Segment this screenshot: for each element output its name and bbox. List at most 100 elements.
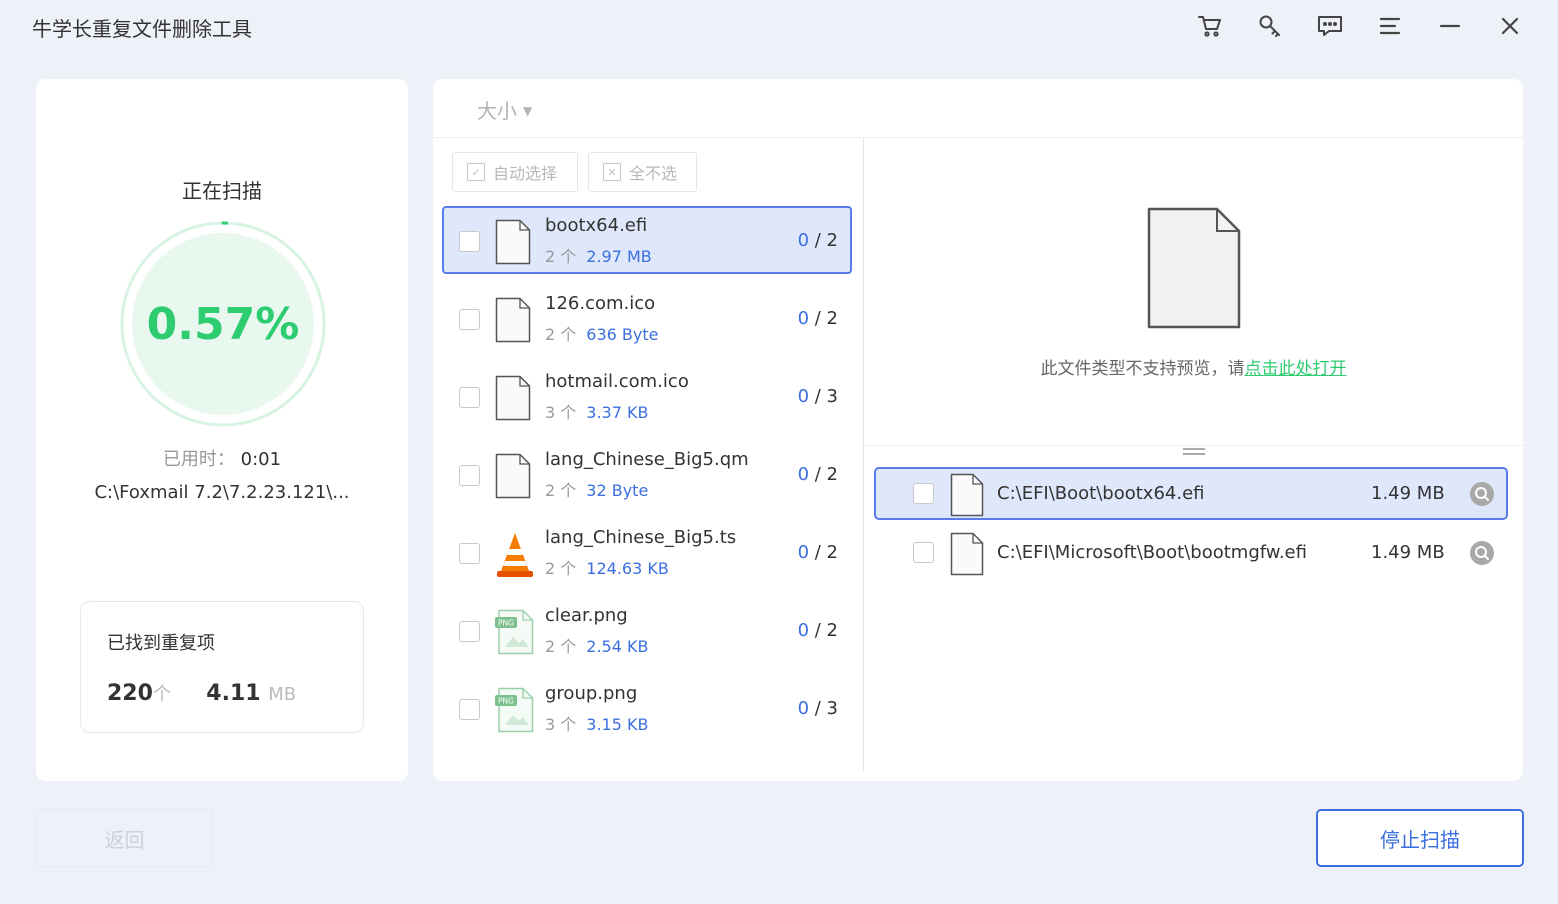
selection-count: 0 / 2 <box>798 230 838 251</box>
row-checkbox[interactable] <box>459 309 480 330</box>
results-panel: 大小 ▼ ✓ 自动选择 ✕ 全不选 bootx64.efi 2 个 2.97 MB 0 … <box>433 79 1523 781</box>
selected-count: 0 <box>797 620 810 641</box>
file-icon <box>495 219 531 265</box>
sort-label: 大小 <box>477 99 517 123</box>
checkbox-icon: ✓ <box>467 163 485 181</box>
svg-text:PNG: PNG <box>498 619 514 628</box>
file-size: 3.15 KB <box>586 715 649 734</box>
cart-icon[interactable] <box>1180 10 1240 42</box>
file-meta: 2 个 636 Byte <box>545 321 658 345</box>
row-checkbox[interactable] <box>459 699 480 720</box>
png-icon: PNG <box>495 609 534 655</box>
chevron-down-icon: ▼ <box>523 104 533 118</box>
scan-status-panel: 正在扫描 0.57% 已用时： 0:01 C:\Foxmail 7.2\7.2.… <box>36 79 408 781</box>
duplicate-file-row[interactable]: C:\EFI\Microsoft\Boot\bootmgfw.efi 1.49 M… <box>874 526 1508 579</box>
window-toolbar <box>1180 10 1540 42</box>
file-meta: 3 个 3.15 KB <box>545 711 648 735</box>
current-scan-path: C:\Foxmail 7.2\7.2.23.121\... <box>94 482 350 503</box>
file-name: 126.com.ico <box>545 293 656 314</box>
stop-scan-button[interactable]: 停止扫描 <box>1316 809 1524 867</box>
selection-count: 0 / 2 <box>798 620 838 641</box>
elapsed-time: 已用时： 0:01 <box>36 445 408 471</box>
feedback-icon[interactable] <box>1300 10 1360 42</box>
auto-select-button[interactable]: ✓ 自动选择 <box>452 152 578 192</box>
locate-icon[interactable] <box>1470 541 1494 565</box>
file-meta: 2 个 2.54 KB <box>545 633 648 657</box>
file-group-row[interactable]: lang_Chinese_Big5.ts 2 个 124.63 KB 0 / 2 <box>442 518 852 586</box>
select-none-button[interactable]: ✕ 全不选 <box>588 152 697 192</box>
found-duplicates-box: 已找到重复项 220个 4.11 MB <box>80 601 364 733</box>
file-group-row[interactable]: lang_Chinese_Big5.qm 2 个 32 Byte 0 / 2 <box>442 440 852 508</box>
found-size-unit: MB <box>268 684 297 705</box>
file-group-list: bootx64.efi 2 个 2.97 MB 0 / 2 126.com.ico 2 个… <box>441 205 855 771</box>
file-group-row[interactable]: hotmail.com.ico 3 个 3.37 KB 0 / 3 <box>442 362 852 430</box>
file-name: group.png <box>545 683 638 704</box>
file-icon <box>495 453 531 499</box>
row-checkbox[interactable] <box>459 465 480 486</box>
file-size: 124.63 KB <box>586 559 669 578</box>
open-file-link[interactable]: 点击此处打开 <box>1245 359 1347 379</box>
duplicate-checkbox[interactable] <box>913 483 934 504</box>
file-meta: 2 个 124.63 KB <box>545 555 669 579</box>
locate-icon[interactable] <box>1470 482 1494 506</box>
scan-percent: 0.57% <box>146 298 300 350</box>
resize-grip-icon[interactable] <box>1183 448 1205 460</box>
selected-count: 0 <box>797 464 810 485</box>
selected-count: 0 <box>797 308 810 329</box>
sort-bar: 大小 ▼ <box>433 79 1523 138</box>
duplicate-file-row[interactable]: C:\EFI\Boot\bootx64.efi 1.49 MB <box>874 467 1508 520</box>
png-icon: PNG <box>495 687 534 733</box>
select-none-label: 全不选 <box>629 164 678 183</box>
file-size: 2.97 MB <box>586 247 652 266</box>
scan-progress-ring: 0.57% <box>118 219 328 429</box>
selection-count: 0 / 3 <box>798 698 838 719</box>
found-size: 4.11 <box>206 681 261 706</box>
selected-count: 0 <box>797 230 810 251</box>
key-icon[interactable] <box>1240 10 1300 42</box>
file-count: 2 个 <box>545 559 577 578</box>
file-count: 3 个 <box>545 715 577 734</box>
row-checkbox[interactable] <box>459 231 480 252</box>
auto-select-label: 自动选择 <box>493 164 558 183</box>
total-count: / 2 <box>814 308 838 329</box>
file-icon <box>495 297 531 343</box>
selection-count: 0 / 2 <box>798 464 838 485</box>
scan-title: 正在扫描 <box>182 179 262 203</box>
duplicate-checkbox[interactable] <box>913 542 934 563</box>
found-count: 220 <box>107 681 153 706</box>
file-icon <box>950 473 984 517</box>
selection-count: 0 / 2 <box>798 542 838 563</box>
file-size: 32 Byte <box>586 481 649 500</box>
file-preview-icon <box>1147 207 1241 329</box>
total-count: / 2 <box>814 542 838 563</box>
found-label: 已找到重复项 <box>107 633 215 654</box>
back-button[interactable]: 返回 <box>36 809 213 867</box>
svg-text:PNG: PNG <box>498 697 514 706</box>
file-size: 3.37 KB <box>586 403 649 422</box>
total-count: / 3 <box>814 698 838 719</box>
close-icon[interactable] <box>1480 10 1540 42</box>
file-size: 636 Byte <box>586 325 659 344</box>
total-count: / 3 <box>814 386 838 407</box>
file-name: bootx64.efi <box>545 215 648 236</box>
preview-text: 此文件类型不支持预览，请 <box>1040 359 1245 379</box>
file-group-row[interactable]: PNG clear.png 2 个 2.54 KB 0 / 2 <box>442 596 852 664</box>
file-meta: 3 个 3.37 KB <box>545 399 648 423</box>
row-checkbox[interactable] <box>459 543 480 564</box>
menu-icon[interactable] <box>1360 10 1420 42</box>
duplicate-path: C:\EFI\Boot\bootx64.efi <box>997 483 1205 504</box>
file-group-row[interactable]: bootx64.efi 2 个 2.97 MB 0 / 2 <box>442 206 852 274</box>
duplicate-path: C:\EFI\Microsoft\Boot\bootmgfw.efi <box>997 542 1307 563</box>
file-group-row[interactable]: 126.com.ico 2 个 636 Byte 0 / 2 <box>442 284 852 352</box>
file-name: lang_Chinese_Big5.ts <box>545 527 737 548</box>
minimize-icon[interactable] <box>1420 10 1480 42</box>
file-count: 2 个 <box>545 247 577 266</box>
selection-count: 0 / 2 <box>798 308 838 329</box>
file-count: 3 个 <box>545 403 577 422</box>
file-meta: 2 个 32 Byte <box>545 477 648 501</box>
sort-dropdown[interactable]: 大小 ▼ <box>477 95 532 124</box>
row-checkbox[interactable] <box>459 621 480 642</box>
row-checkbox[interactable] <box>459 387 480 408</box>
file-group-row[interactable]: PNG group.png 3 个 3.15 KB 0 / 3 <box>442 674 852 742</box>
preview-divider <box>864 445 1523 446</box>
